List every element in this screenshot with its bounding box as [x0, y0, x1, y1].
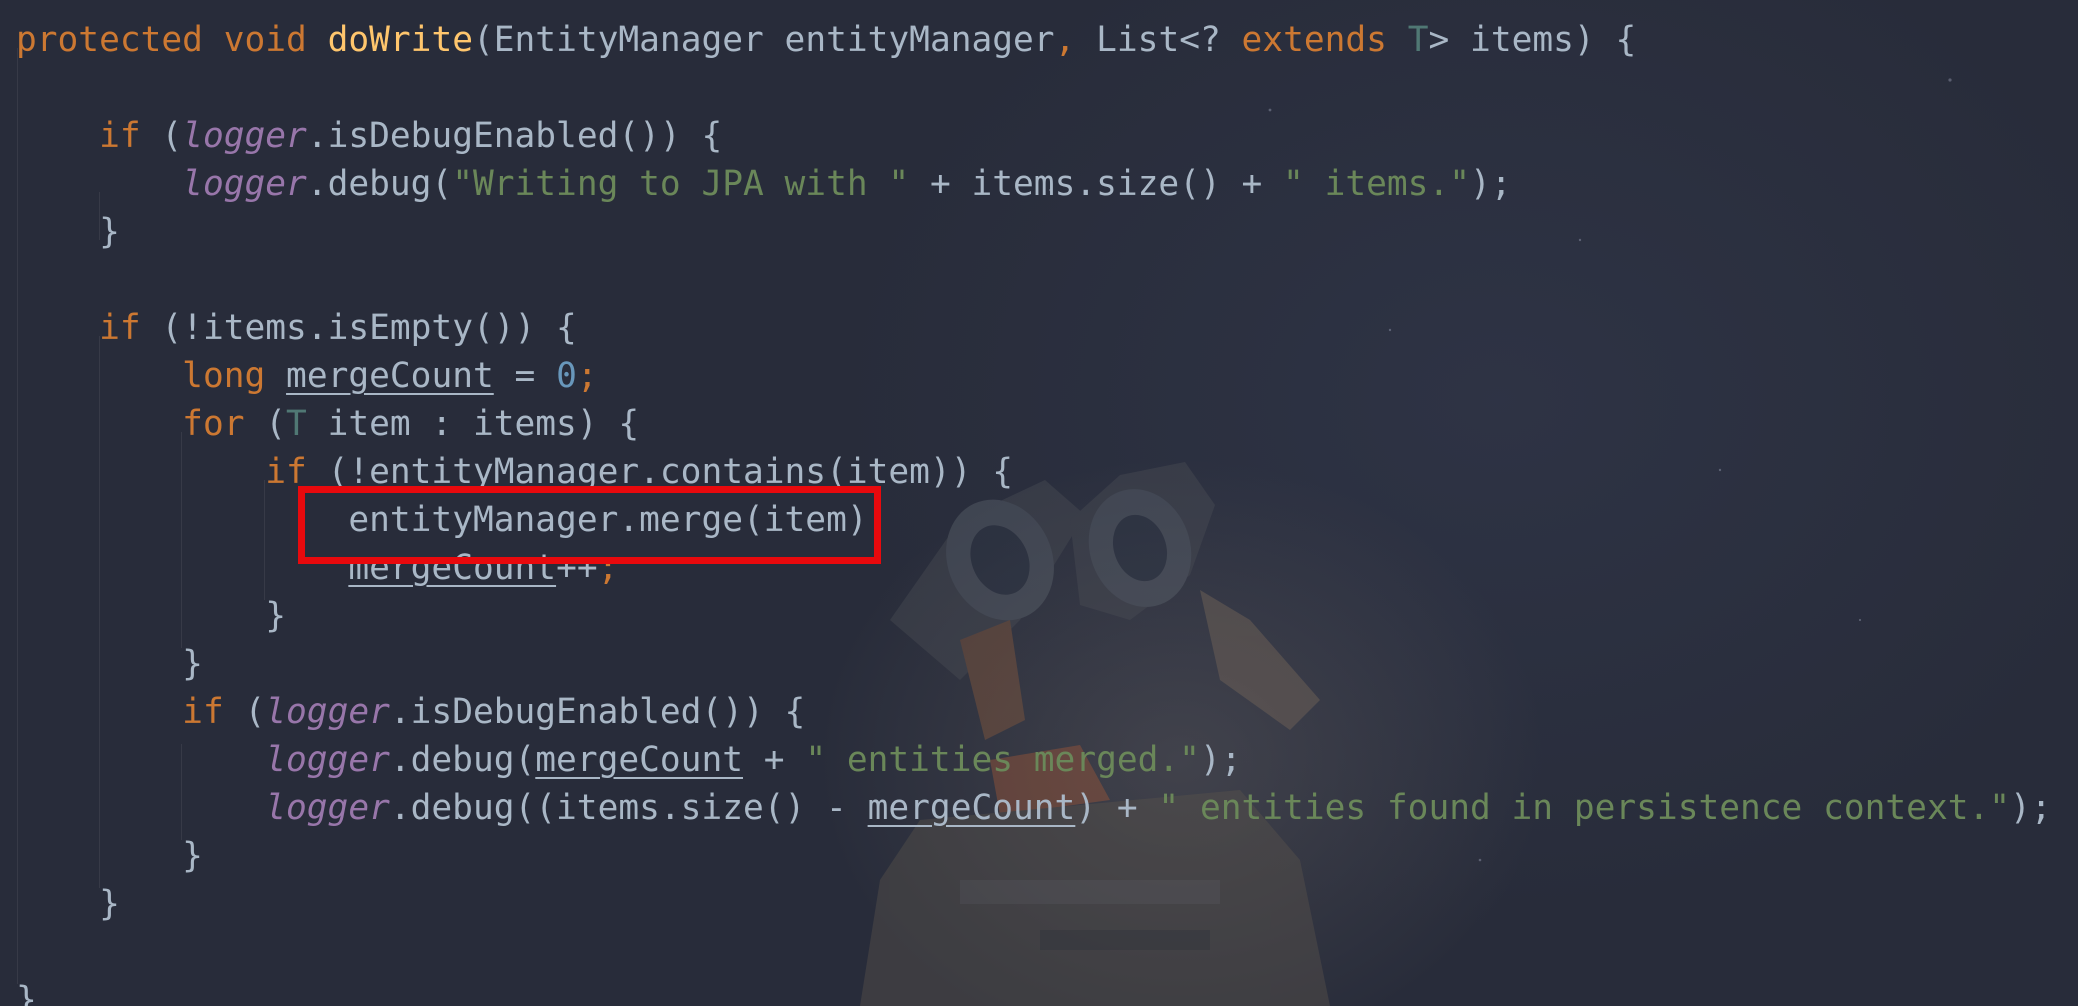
string-literal: "Writing to JPA with " [452, 164, 910, 204]
param-entity-manager: (EntityManager entityManager [473, 20, 1055, 60]
code-line-7[interactable]: if (!items.isEmpty()) { [16, 304, 577, 352]
logger-field: logger [265, 692, 390, 732]
closing-brace: } [16, 596, 287, 636]
keyword-if: if [182, 692, 224, 732]
code-editor[interactable]: protected void doWrite(EntityManager ent… [0, 0, 2078, 1006]
merge-count-variable: mergeCount [286, 356, 494, 396]
debug-call: .debug( [306, 164, 453, 204]
code-line-9[interactable]: for (T item : items) { [16, 400, 639, 448]
code-line-19[interactable]: } [16, 880, 120, 928]
code-line-18[interactable]: } [16, 832, 203, 880]
code-line-15[interactable]: if (logger.isDebugEnabled()) { [16, 688, 805, 736]
debug-call: .debug((items.size() - [389, 788, 868, 828]
param-list-type: List<? [1075, 20, 1242, 60]
code-line-14[interactable]: } [16, 640, 203, 688]
plus-operator: ) + [1075, 788, 1159, 828]
for-each-clause: item : items) { [306, 404, 640, 444]
string-literal: " items." [1283, 164, 1470, 204]
number-literal: 0 [556, 356, 577, 396]
is-debug-enabled-call: .isDebugEnabled()) { [306, 116, 723, 156]
code-line-5[interactable]: } [16, 208, 120, 256]
closing-brace: } [16, 980, 37, 1006]
type-parameter-t: T [286, 404, 307, 444]
assign-operator: = [493, 356, 557, 396]
code-line-4[interactable]: logger.debug("Writing to JPA with " + it… [16, 160, 1512, 208]
logger-field: logger [265, 740, 390, 780]
comma: , [1054, 20, 1076, 60]
keyword-extends: extends [1241, 20, 1387, 60]
keyword-long: long [182, 356, 266, 396]
closing-brace: } [16, 212, 120, 252]
paren: ( [223, 692, 266, 732]
keyword-for: for [182, 404, 245, 444]
code-line-21[interactable]: } [16, 976, 37, 1006]
closing-brace: } [16, 644, 203, 684]
code-line-16[interactable]: logger.debug(mergeCount + " entities mer… [16, 736, 1242, 784]
type-parameter-t: T [1407, 20, 1429, 60]
logger-field: logger [265, 788, 390, 828]
closing-brace: } [16, 884, 120, 924]
closing-brace: } [16, 836, 203, 876]
keyword-protected: protected [16, 20, 203, 60]
items-size-expr: + items.size() + [909, 164, 1284, 204]
plus-operator: + [743, 740, 806, 780]
is-debug-enabled-call: .isDebugEnabled()) { [389, 692, 806, 732]
close-paren: ); [2010, 788, 2052, 828]
close-paren: ); [1469, 164, 1512, 204]
string-literal: " entities merged." [805, 740, 1200, 780]
semicolon: ; [576, 356, 598, 396]
code-line-13[interactable]: } [16, 592, 286, 640]
merge-count-variable: mergeCount [535, 740, 743, 780]
code-line-1[interactable]: protected void doWrite(EntityManager ent… [16, 16, 1636, 64]
keyword-if: if [99, 116, 141, 156]
logger-field: logger [182, 116, 307, 156]
merge-call-highlight-box [298, 486, 881, 564]
merge-count-variable: mergeCount [867, 788, 1076, 828]
code-line-8[interactable]: long mergeCount = 0; [16, 352, 598, 400]
method-name-dowrite: doWrite [327, 20, 473, 60]
code-line-17[interactable]: logger.debug((items.size() - mergeCount)… [16, 784, 2052, 832]
param-items: > items) { [1428, 20, 1637, 60]
close-paren: ); [1199, 740, 1242, 780]
is-empty-condition: (!items.isEmpty()) { [140, 308, 577, 348]
keyword-if: if [99, 308, 141, 348]
code-line-3[interactable]: if (logger.isDebugEnabled()) { [16, 112, 722, 160]
paren: ( [140, 116, 183, 156]
keyword-void: void [223, 20, 307, 60]
logger-field: logger [182, 164, 307, 204]
paren: ( [244, 404, 287, 444]
debug-call: .debug( [389, 740, 536, 780]
string-literal: " entities found in persistence context.… [1158, 788, 2011, 828]
